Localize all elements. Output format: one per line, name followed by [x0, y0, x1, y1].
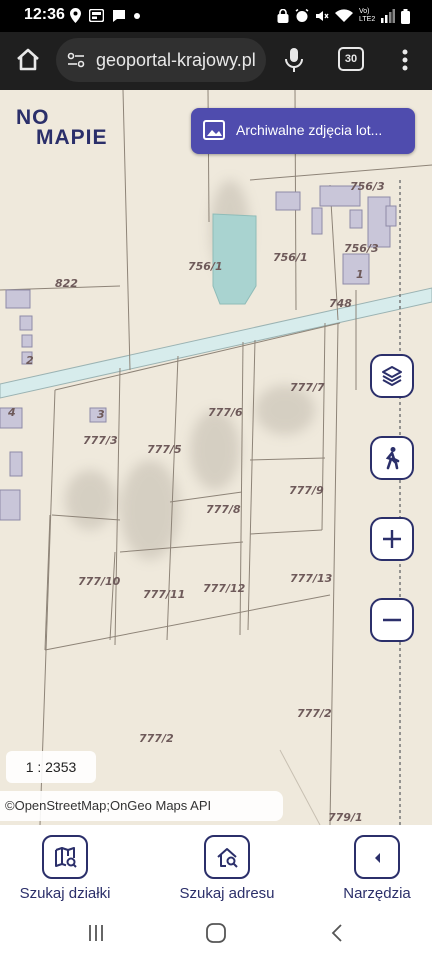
mute-icon	[316, 11, 329, 21]
site-settings-icon[interactable]	[66, 50, 86, 70]
chat-icon	[113, 9, 125, 22]
street-view-button[interactable]	[370, 436, 414, 480]
parcel-label: 777/12	[203, 582, 246, 595]
parcel-label: 756/1	[188, 260, 223, 273]
parcel-label: 2	[26, 354, 34, 367]
parcel-label: 777/5	[147, 443, 182, 456]
wifi-icon	[335, 9, 353, 22]
bottom-toolbar: Szukaj działki Szukaj adresu Narzędzia	[0, 825, 432, 905]
map-view[interactable]: 756/3 756/3 1 756/1 756/1 822 748 2 4 3 …	[0, 90, 432, 825]
signal-icon	[381, 9, 395, 23]
layers-icon	[382, 366, 402, 386]
map-search-icon	[55, 847, 77, 868]
parcel-label: 777/8	[206, 503, 241, 516]
alarm-icon	[295, 9, 309, 22]
url-text: geoportal-krajowy.pl	[96, 50, 256, 70]
parcel-label: 756/3	[350, 180, 385, 193]
parcel-label: 3	[97, 408, 105, 421]
location-icon	[70, 8, 81, 23]
parcel-label: 777/2	[297, 707, 332, 720]
parcel-label: 4	[8, 406, 16, 419]
search-parcel-label: Szukaj działki	[19, 885, 111, 902]
system-navigation-bar	[0, 905, 432, 960]
browser-toolbar: geoportal-krajowy.pl 30	[0, 32, 432, 90]
tab-switcher-button[interactable]: 30	[338, 47, 364, 71]
home-icon	[17, 48, 39, 71]
layers-button[interactable]	[370, 354, 414, 398]
home-button[interactable]	[12, 44, 44, 76]
tools-icon-box	[354, 835, 400, 879]
voice-search-button[interactable]	[282, 46, 306, 74]
parcel-label: 748	[329, 297, 352, 310]
parcel-label: 756/1	[273, 251, 308, 264]
pond	[212, 213, 257, 305]
parcel-label: 777/3	[83, 434, 118, 447]
tools-label: Narzędzia	[343, 885, 411, 902]
microphone-icon	[285, 48, 303, 72]
logo-line2: MAPIE	[36, 126, 108, 149]
search-address-label: Szukaj adresu	[179, 885, 275, 902]
search-parcel-button[interactable]: Szukaj działki	[10, 833, 120, 903]
parcel-label: 777/13	[290, 572, 333, 585]
zoom-in-icon	[383, 530, 401, 548]
home-nav-icon[interactable]	[204, 921, 228, 945]
parcel-label: 777/10	[78, 575, 121, 588]
more-vertical-icon	[402, 49, 408, 71]
street-view-icon	[385, 447, 400, 470]
tools-button[interactable]: Narzędzia	[322, 833, 432, 903]
house-search-icon	[217, 848, 238, 868]
zoom-in-button[interactable]	[370, 517, 414, 561]
dot-icon	[134, 12, 140, 19]
zoom-out-button[interactable]	[370, 598, 414, 642]
parcel-label: 1	[356, 268, 364, 281]
parcel-label: 779/1	[328, 811, 363, 824]
parcel-label: 777/9	[289, 484, 324, 497]
parcel-label: 777/7	[290, 381, 325, 394]
map-scale: 1 : 2353	[6, 751, 96, 783]
battery-icon	[401, 8, 410, 24]
parcel-label: 822	[55, 277, 78, 290]
back-icon[interactable]	[326, 921, 350, 945]
lock-icon	[277, 9, 289, 23]
parcel-label: 777/6	[208, 406, 243, 419]
map-attribution[interactable]: ©OpenStreetMap;OnGeo Maps API	[0, 791, 283, 821]
search-parcel-icon-box	[42, 835, 88, 879]
caret-left-icon	[375, 853, 380, 863]
parcel-label: 777/11	[143, 588, 186, 601]
status-bar: 12:36 Vo) LTE2	[0, 0, 432, 32]
map-canvas[interactable]	[0, 90, 432, 825]
parcel-label: 756/3	[344, 242, 379, 255]
network-label: Vo) LTE2	[359, 8, 376, 23]
archive-photos-label: Archiwalne zdjęcia lot...	[236, 122, 383, 138]
search-address-icon-box	[204, 835, 250, 879]
address-bar[interactable]: geoportal-krajowy.pl	[56, 38, 266, 82]
archive-photos-button[interactable]: Archiwalne zdjęcia lot...	[191, 108, 415, 154]
no-mapie-logo[interactable]: NO MAPIE	[16, 106, 126, 150]
gallery-icon	[89, 9, 104, 22]
zoom-out-icon	[383, 618, 401, 622]
parcel-label: 777/2	[139, 732, 174, 745]
status-time: 12:36	[24, 6, 65, 23]
browser-menu-button[interactable]	[395, 46, 415, 74]
search-address-button[interactable]: Szukaj adresu	[172, 833, 282, 903]
recent-apps-icon[interactable]	[84, 921, 108, 945]
image-icon	[203, 120, 225, 140]
